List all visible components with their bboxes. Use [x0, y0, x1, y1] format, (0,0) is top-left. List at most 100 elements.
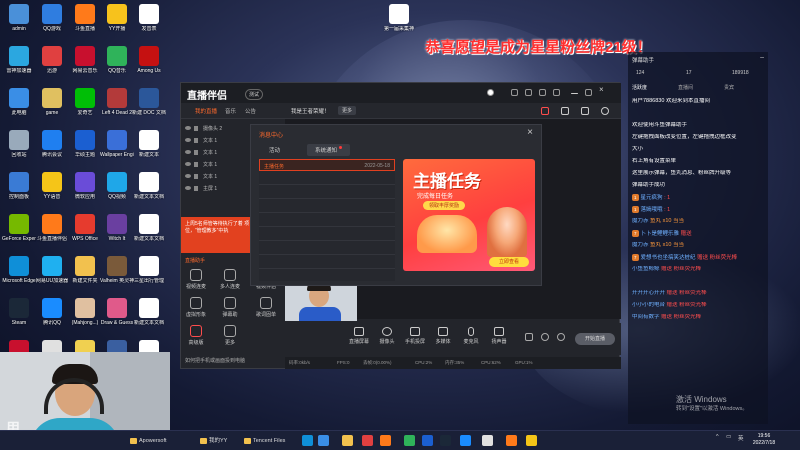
lock-icon[interactable] [194, 162, 198, 167]
wechat-icon[interactable] [404, 435, 415, 446]
app-icon[interactable] [482, 435, 493, 446]
screen-capture-button[interactable]: 直播屏幕 [345, 327, 373, 345]
desktop-icon[interactable]: 新建文本 [132, 130, 166, 174]
close-icon[interactable]: × [599, 85, 606, 94]
desktop-icon[interactable]: 三星出行管理 [132, 256, 166, 300]
tab-room[interactable]: 直播间 [678, 84, 693, 91]
microphone-button[interactable]: 麦克风 [457, 327, 485, 345]
desktop-icon[interactable]: 此电脑 [2, 88, 36, 132]
desktop-icon[interactable]: 新建文本文档 [132, 298, 166, 342]
desktop-icon[interactable]: Wallpaper Engine [100, 130, 134, 174]
phone-cast-button[interactable]: 手机投屏 [401, 327, 429, 345]
desktop-icon[interactable]: GeForce Experience [2, 214, 36, 258]
chat-username[interactable]: 卜卜是鲤鲤乐雅 [641, 231, 680, 237]
desktop-icon[interactable]: QQ游戏 [35, 4, 69, 48]
tab-activity[interactable]: 活跃度 [632, 84, 647, 91]
desktop-icon[interactable]: 雷神加速器 [2, 46, 36, 90]
close-icon[interactable]: × [527, 127, 533, 138]
explorer-icon[interactable] [318, 435, 329, 446]
chat-username[interactable]: 星元疯狗 [641, 195, 663, 201]
view-now-button[interactable]: 立即查看 [489, 257, 529, 267]
media-button[interactable]: 多媒体 [429, 327, 457, 345]
promo-banner[interactable]: 上周5名师管等待执行了着 项位，“管理教多”中执 [181, 217, 255, 253]
desktop-icon[interactable]: WPS Office [68, 214, 102, 258]
folder-icon[interactable] [342, 435, 353, 446]
camera-button[interactable]: 摄像头 [373, 327, 401, 345]
desktop-icon-file[interactable]: 第一届采集神 [382, 4, 416, 48]
chat-username[interactable]: 魔力赤 [632, 242, 649, 248]
lock-icon[interactable] [194, 126, 198, 131]
tab-music[interactable]: 音乐 [225, 107, 236, 115]
tab-my-live[interactable]: 我的直播 [195, 107, 217, 115]
taskbar-item-myyy[interactable]: 我的YY [200, 434, 227, 448]
desktop-icon[interactable]: 新建文本文档 [132, 214, 166, 258]
desktop-icon[interactable]: 网易UU加速器 [35, 256, 69, 300]
start-live-button[interactable]: 开始直播 [575, 333, 615, 345]
scene-item[interactable]: 文本 1 [185, 171, 253, 183]
message-row[interactable]: 主播任务 2022-05-18 [259, 159, 395, 171]
desktop-icon[interactable]: Left 4 Dead 2 [100, 88, 134, 132]
tray-network-icon[interactable]: ▭ [726, 434, 731, 440]
desktop-icon[interactable]: Draw & Guess [100, 298, 134, 342]
eye-icon[interactable] [185, 126, 191, 130]
desktop-icon[interactable]: QQ视频 [100, 172, 134, 216]
desktop-icon[interactable]: Among Us [132, 46, 166, 90]
app-icon[interactable] [422, 435, 433, 446]
grid-icon[interactable] [581, 107, 589, 115]
headset-icon[interactable] [511, 89, 518, 96]
live-companion-icon[interactable] [506, 435, 517, 446]
qq-icon[interactable] [460, 435, 471, 446]
settings-icon[interactable] [539, 89, 546, 96]
speaker-button[interactable]: 扬声器 [485, 327, 513, 345]
desktop-icon[interactable]: 迅游 [35, 46, 69, 90]
message-row[interactable] [259, 215, 395, 227]
message-row[interactable] [259, 257, 395, 269]
desktop-icon[interactable]: (Mahjong...) [68, 298, 102, 342]
message-row[interactable] [259, 173, 395, 185]
chat-username[interactable]: 开开开心开开 [632, 290, 665, 296]
steam-icon[interactable] [440, 435, 451, 446]
desktop-icon[interactable]: 新建文件夹 [68, 256, 102, 300]
chat-username[interactable]: 小鱼鱼鲸鲸 [632, 266, 660, 272]
desktop-icon[interactable]: 斗鱼直播伴侣 [35, 214, 69, 258]
cast-help-link[interactable]: 如何把手机或画面投到电脑 [185, 357, 245, 364]
desktop-icon[interactable]: Steam [2, 298, 36, 342]
tool-advanced[interactable]: 高级版 [183, 325, 209, 346]
lock-icon[interactable] [194, 138, 198, 143]
minimize-icon[interactable] [571, 93, 578, 94]
message-row[interactable] [259, 187, 395, 199]
lock-icon[interactable] [601, 107, 609, 115]
eye-icon[interactable] [185, 150, 191, 154]
edge-icon[interactable] [302, 435, 313, 446]
preview-eye-icon[interactable] [541, 333, 549, 341]
desktop-icon[interactable]: 发音表 [132, 4, 166, 48]
desktop-icon[interactable]: Microsoft Edge [2, 256, 36, 300]
taskbar-clock[interactable]: 19:56 2022/7/18 [748, 433, 780, 447]
taskbar-item-apowersoft[interactable]: Apowersoft [130, 434, 167, 448]
eye-icon[interactable] [185, 138, 191, 142]
lock-icon[interactable] [194, 186, 198, 191]
notice-more-button[interactable]: 更多 [338, 106, 357, 115]
desktop-icon[interactable]: YY开播 [100, 4, 134, 48]
desktop-icon[interactable]: 腾讯QQ [35, 298, 69, 342]
record-icon[interactable] [525, 333, 533, 341]
desktop-icon[interactable]: 网易云音乐 [68, 46, 102, 90]
minimize-icon[interactable]: – [760, 54, 764, 61]
layout-icon[interactable] [561, 107, 569, 115]
douyu-icon[interactable] [380, 435, 391, 446]
desktop-icon[interactable]: 斗鱼直播 [68, 4, 102, 48]
tool-danmaku[interactable]: 弹幕助 [217, 297, 243, 318]
message-row[interactable] [259, 243, 395, 255]
tool-multi-link[interactable]: 多人连麦 [217, 269, 243, 290]
input-language[interactable]: 英 [738, 434, 744, 442]
yy-icon[interactable] [526, 435, 537, 446]
scene-item[interactable]: 主屏 1 [185, 183, 253, 195]
desktop-icon[interactable]: 微软应用 [68, 172, 102, 216]
chat-username[interactable]: 中间有数字 [632, 314, 660, 320]
chat-username[interactable]: 魔力赤 [632, 218, 649, 224]
desktop-icon[interactable]: 华硕主题 [68, 130, 102, 174]
chat-username[interactable]: 爱想书也坐搞笑达桩纪 [641, 255, 696, 261]
settings-gear-icon[interactable] [557, 333, 565, 341]
desktop-icon[interactable]: Witch It [100, 214, 134, 258]
message-row[interactable] [259, 229, 395, 241]
